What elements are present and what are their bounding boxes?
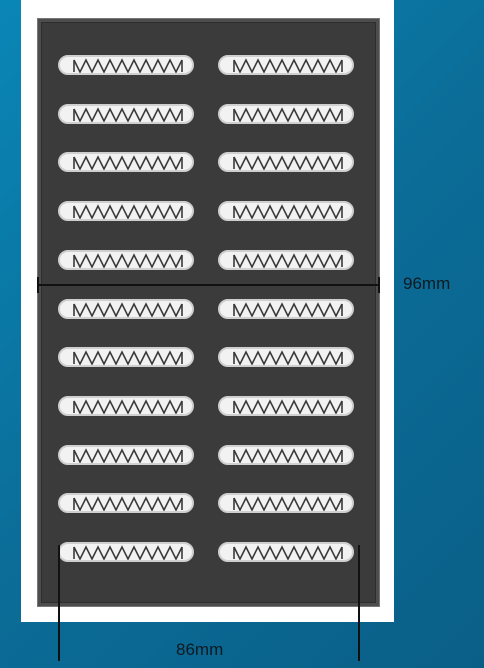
vent-slot bbox=[218, 299, 354, 319]
vent-slot bbox=[58, 445, 194, 465]
vent-slot bbox=[58, 347, 194, 367]
vent-slot bbox=[58, 396, 194, 416]
vent-slot bbox=[58, 493, 194, 513]
vent-slot bbox=[218, 445, 354, 465]
vent-slot bbox=[218, 250, 354, 270]
vent-slot bbox=[218, 347, 354, 367]
vertical-dimension-line-left bbox=[58, 545, 60, 661]
vent-slot bbox=[58, 55, 194, 75]
vent-slot bbox=[58, 250, 194, 270]
vertical-dimension-line-right bbox=[358, 545, 360, 661]
vent-slot bbox=[58, 299, 194, 319]
vent-slot bbox=[218, 55, 354, 75]
horizontal-dimension-tick-left bbox=[37, 277, 39, 293]
vent-slot bbox=[58, 152, 194, 172]
horizontal-dimension-tick-right bbox=[378, 277, 380, 293]
height-dimension-label: 96mm bbox=[403, 274, 451, 293]
horizontal-dimension-line bbox=[38, 284, 380, 286]
vent-slot bbox=[58, 201, 194, 221]
width-dimension-label: 86mm bbox=[176, 640, 224, 659]
vent-slot bbox=[218, 542, 354, 562]
vent-slot bbox=[218, 201, 354, 221]
vent-slot bbox=[218, 104, 354, 124]
vent-slot bbox=[58, 542, 194, 562]
vent-slot bbox=[58, 104, 194, 124]
vent-slot bbox=[218, 396, 354, 416]
vent-slot bbox=[218, 493, 354, 513]
vent-slot bbox=[218, 152, 354, 172]
